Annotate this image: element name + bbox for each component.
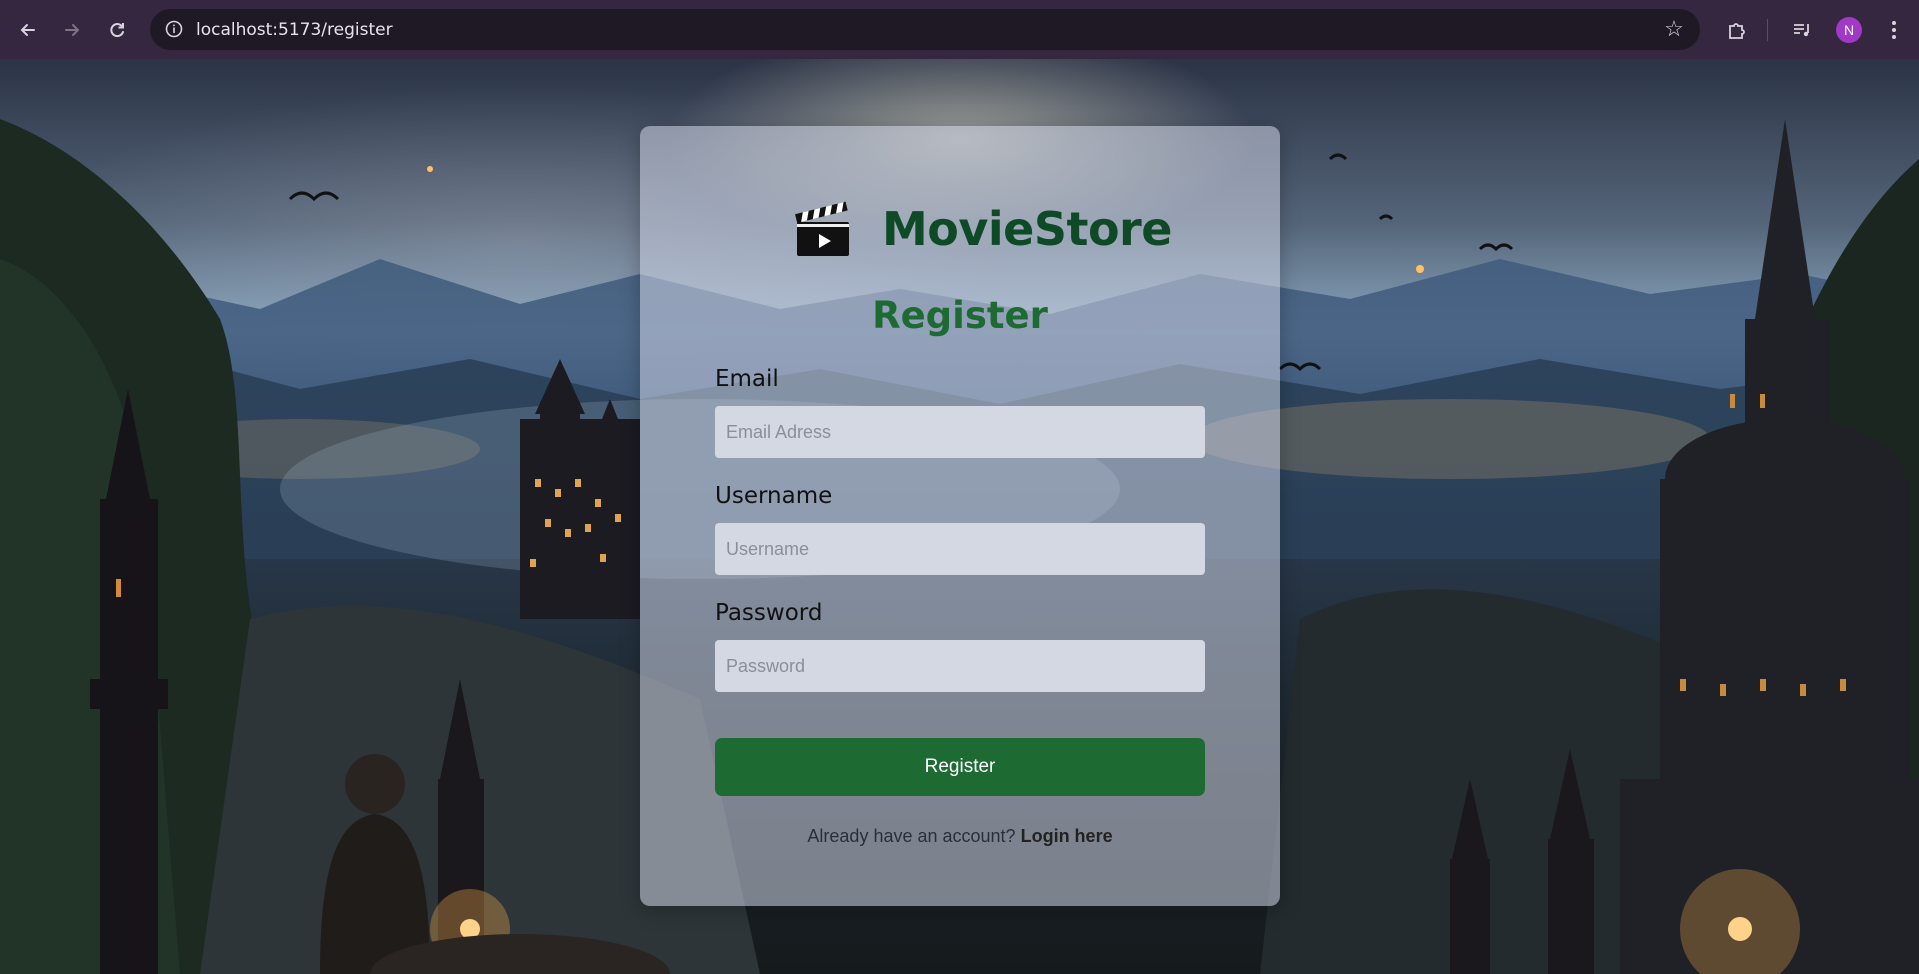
reload-button[interactable] <box>102 15 132 45</box>
extensions-button[interactable] <box>1722 15 1752 45</box>
password-field[interactable] <box>715 640 1205 692</box>
back-button[interactable] <box>13 15 43 45</box>
username-field[interactable] <box>715 523 1205 575</box>
brand-header: MovieStore <box>640 198 1280 258</box>
username-label: Username <box>715 483 833 509</box>
register-button[interactable]: Register <box>715 738 1205 796</box>
password-label: Password <box>715 600 823 626</box>
arrow-right-icon <box>65 24 80 36</box>
email-label: Email <box>715 366 779 392</box>
media-control-button[interactable] <box>1787 15 1817 45</box>
login-prompt: Already have an account? Login here <box>640 826 1280 847</box>
browser-toolbar: localhost:5173/register ☆ N <box>0 0 1919 59</box>
more-vertical-icon <box>1892 21 1896 39</box>
reload-icon <box>110 23 124 38</box>
site-info-icon[interactable] <box>164 19 184 39</box>
clapperboard-icon <box>795 201 849 256</box>
register-card: MovieStore Register Email Username Passw… <box>640 126 1280 906</box>
bookmark-star-icon[interactable]: ☆ <box>1662 17 1686 41</box>
profile-avatar[interactable]: N <box>1836 17 1862 43</box>
browser-menu-button[interactable] <box>1879 15 1909 45</box>
toolbar-divider <box>1767 19 1768 41</box>
arrow-left-icon <box>20 24 35 36</box>
login-prompt-text: Already have an account? <box>807 826 1016 846</box>
puzzle-icon <box>1729 23 1745 39</box>
url-text[interactable]: localhost:5173/register <box>196 20 393 40</box>
brand-name: MovieStore <box>882 202 1172 256</box>
page-title: Register <box>872 294 1048 337</box>
email-field[interactable] <box>715 406 1205 458</box>
media-queue-icon <box>1794 24 1809 37</box>
forward-button[interactable] <box>57 15 87 45</box>
address-bar[interactable]: localhost:5173/register ☆ <box>150 9 1700 50</box>
login-link[interactable]: Login here <box>1021 826 1113 846</box>
